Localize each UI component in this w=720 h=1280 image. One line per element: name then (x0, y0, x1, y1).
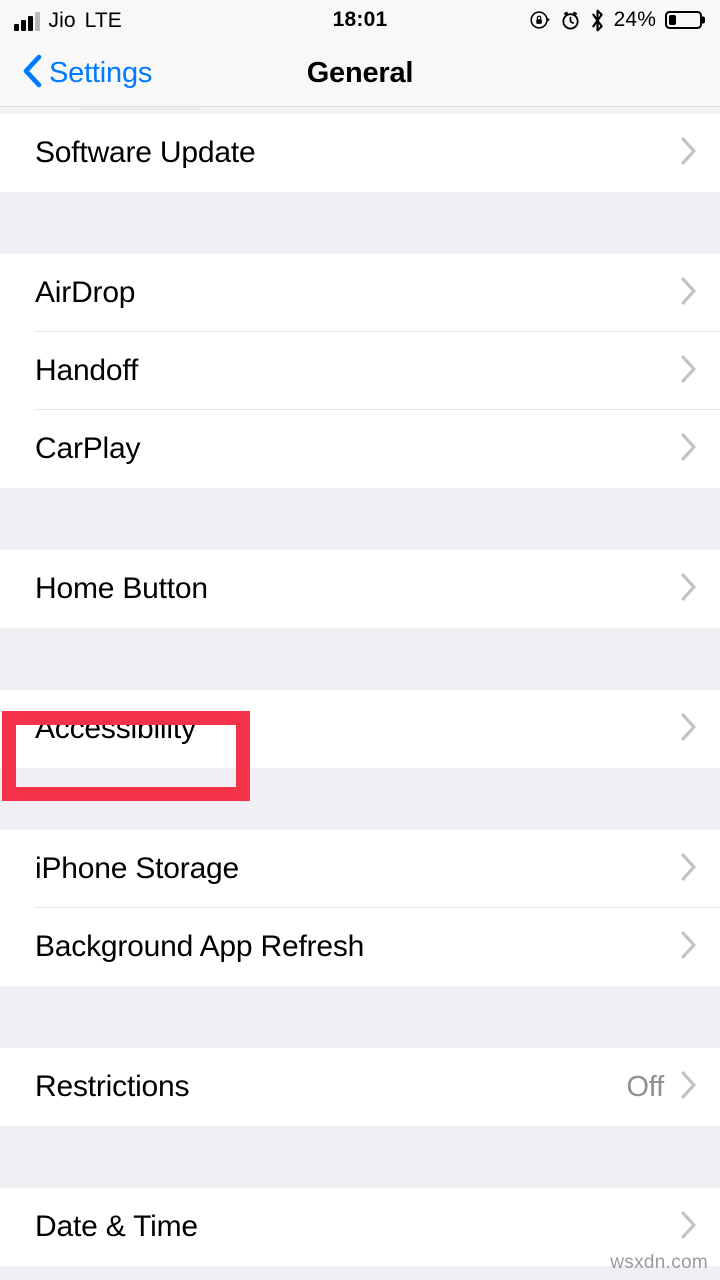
row-accessory (680, 1210, 698, 1245)
chevron-right-icon (680, 136, 698, 171)
row-accessory (680, 852, 698, 887)
row-accessory (680, 354, 698, 389)
settings-group: iPhone Storage Background App Refresh (0, 830, 720, 986)
signal-bars-icon (14, 11, 40, 31)
settings-group: Home Button (0, 550, 720, 628)
rotation-lock-icon (529, 9, 551, 31)
group-gap (0, 986, 720, 1048)
battery-icon (665, 11, 702, 29)
settings-group: Accessibility (0, 690, 720, 768)
settings-list[interactable]: Software Update AirDrop Handoff CarPlay Home… (0, 107, 720, 1266)
row-label: iPhone Storage (35, 852, 240, 885)
settings-row-handoff[interactable]: Handoff (0, 332, 720, 410)
carrier-label: Jio (48, 8, 76, 32)
navigation-bar: Settings General (0, 40, 720, 106)
back-button[interactable]: Settings (0, 54, 152, 93)
chevron-right-icon (680, 276, 698, 311)
settings-row-iphone-storage[interactable]: iPhone Storage (0, 830, 720, 908)
row-label: Background App Refresh (35, 930, 365, 963)
row-label: Home Button (35, 572, 208, 605)
row-accessory (680, 136, 698, 171)
chevron-right-icon (680, 712, 698, 747)
row-accessory (680, 712, 698, 747)
battery-percent-label: 24% (613, 8, 656, 31)
settings-row-home-button[interactable]: Home Button (0, 550, 720, 628)
chevron-right-icon (680, 1070, 698, 1105)
row-label: CarPlay (35, 432, 141, 465)
row-accessory (680, 572, 698, 607)
row-accessory (680, 930, 698, 965)
settings-row-background-app-refresh[interactable]: Background App Refresh (0, 908, 720, 986)
settings-group: Restrictions Off (0, 1048, 720, 1126)
status-bar-left: Jio LTE (14, 10, 122, 31)
row-accessory (680, 432, 698, 467)
row-value: Off (626, 1070, 664, 1103)
settings-row-restrictions[interactable]: Restrictions Off (0, 1048, 720, 1126)
row-label: AirDrop (35, 276, 136, 309)
settings-row-accessibility[interactable]: Accessibility (0, 690, 720, 768)
row-label: Software Update (35, 136, 256, 169)
settings-group: Software Update (0, 114, 720, 192)
chevron-right-icon (680, 432, 698, 467)
chevron-right-icon (680, 930, 698, 965)
chevron-left-icon (22, 54, 42, 93)
chevron-right-icon (680, 572, 698, 607)
group-gap (0, 192, 720, 254)
group-gap (0, 1126, 720, 1188)
settings-group: AirDrop Handoff CarPlay (0, 254, 720, 488)
settings-row-airdrop[interactable]: AirDrop (0, 254, 720, 332)
network-type-label: LTE (84, 8, 122, 32)
back-button-label: Settings (49, 56, 153, 89)
row-label: Accessibility (35, 712, 196, 745)
watermark: wsxdn.com (610, 1252, 708, 1273)
row-label: Restrictions (35, 1070, 190, 1103)
chevron-right-icon (680, 354, 698, 389)
group-gap (0, 768, 720, 830)
group-gap (0, 488, 720, 550)
alarm-clock-icon (560, 10, 581, 31)
row-accessory: Off (626, 1070, 698, 1105)
scrolled-content-sliver (0, 107, 720, 114)
row-accessory (680, 276, 698, 311)
chevron-right-icon (680, 852, 698, 887)
chevron-right-icon (680, 1210, 698, 1245)
group-gap (0, 628, 720, 690)
status-bar: Jio LTE 18:01 24% (0, 0, 720, 40)
settings-row-carplay[interactable]: CarPlay (0, 410, 720, 488)
settings-row-software-update[interactable]: Software Update (0, 114, 720, 192)
bluetooth-icon (590, 9, 605, 32)
settings-groups: Software Update AirDrop Handoff CarPlay Home… (0, 114, 720, 1266)
status-bar-right: 24% (529, 8, 702, 32)
row-label: Handoff (35, 354, 139, 387)
row-label: Date & Time (35, 1210, 198, 1243)
iphone-settings-screen: Jio LTE 18:01 24% Settings General Softw… (0, 0, 720, 1280)
